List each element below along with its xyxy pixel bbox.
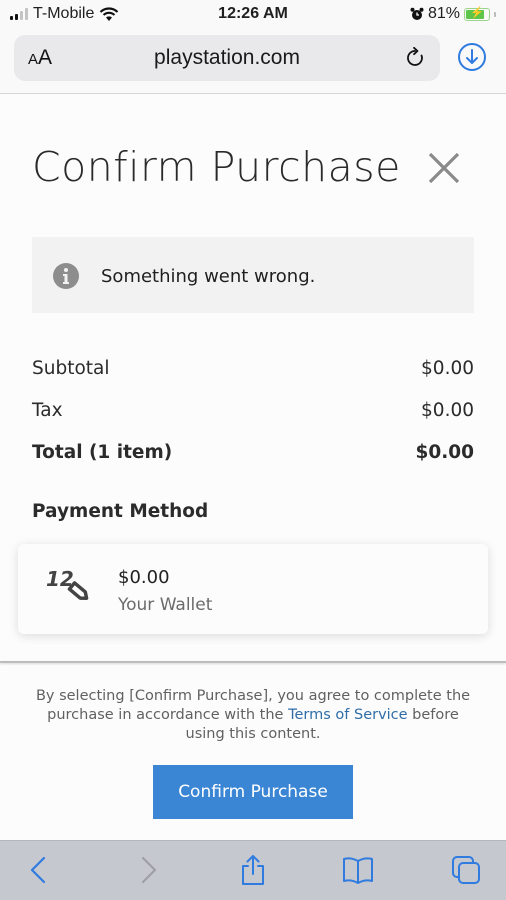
tabs-button[interactable] — [449, 853, 483, 887]
status-bar: T-Mobile 12:26 AM 81% ⚡ — [0, 0, 506, 30]
back-button[interactable] — [22, 853, 56, 887]
error-alert: Something went wrong. — [32, 237, 474, 313]
subtotal-label: Subtotal — [32, 358, 110, 379]
address-bar[interactable]: AA playstation.com — [14, 35, 440, 81]
reload-icon[interactable] — [404, 46, 428, 70]
page-title: Confirm Purchase — [32, 143, 401, 191]
footer-divider — [0, 661, 506, 663]
book-icon — [343, 857, 373, 884]
agreement-text: By selecting [Confirm Purchase], you agr… — [30, 687, 476, 744]
browser-address-row: AA playstation.com — [0, 30, 506, 94]
wallet-payment-card[interactable]: 12 $0.00 Your Wallet — [18, 544, 488, 634]
battery-percent: 81% — [427, 5, 460, 22]
browser-toolbar — [0, 840, 506, 900]
confirm-purchase-button[interactable]: Confirm Purchase — [153, 765, 353, 819]
battery-charging-icon: ⚡ — [464, 6, 490, 21]
subtotal-row: Subtotal $0.00 — [32, 358, 474, 379]
chevron-left-icon — [30, 856, 46, 884]
download-icon[interactable] — [457, 42, 487, 72]
share-button[interactable] — [236, 853, 270, 887]
terms-of-service-link[interactable]: Terms of Service — [288, 707, 407, 723]
wallet-label: Your Wallet — [118, 595, 213, 615]
tabs-icon — [452, 856, 480, 884]
chevron-right-icon — [141, 856, 157, 884]
info-icon — [53, 263, 79, 289]
bolt-icon: ⚡ — [470, 6, 484, 19]
alert-message: Something went wrong. — [101, 266, 316, 287]
tax-row: Tax $0.00 — [32, 400, 474, 421]
payment-method-heading: Payment Method — [32, 501, 209, 522]
total-row: Total (1 item) $0.00 — [32, 442, 474, 463]
url-text[interactable]: playstation.com — [14, 46, 440, 70]
total-value: $0.00 — [415, 442, 474, 463]
alarm-icon — [410, 7, 424, 20]
close-icon[interactable] — [427, 151, 461, 185]
battery-cap — [494, 11, 496, 17]
wallet-voucher-icon: 12 — [46, 567, 89, 600]
total-label: Total (1 item) — [32, 442, 173, 463]
tax-label: Tax — [32, 400, 63, 421]
bookmarks-button[interactable] — [341, 853, 375, 887]
tax-value: $0.00 — [421, 400, 474, 421]
wallet-amount: $0.00 — [118, 567, 170, 588]
status-right: 81% ⚡ — [410, 5, 496, 23]
share-icon — [242, 855, 264, 885]
subtotal-value: $0.00 — [421, 358, 474, 379]
forward-button[interactable] — [131, 853, 165, 887]
